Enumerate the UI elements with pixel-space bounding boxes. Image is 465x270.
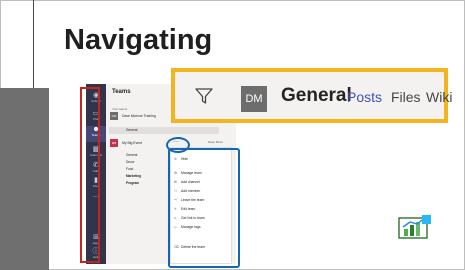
teams-pane-title: Teams	[112, 89, 131, 95]
channel-general[interactable]: General	[126, 153, 137, 157]
team-name: My Big Event	[122, 141, 142, 145]
channel-food[interactable]: Food	[126, 167, 133, 171]
team-my-big-event[interactable]: MB My Big Event	[110, 139, 170, 149]
filter-icon[interactable]	[194, 86, 214, 106]
channel-program[interactable]: Program	[126, 181, 139, 185]
slide-title: Navigating	[64, 24, 213, 56]
channel-decor[interactable]: Decor	[126, 160, 135, 164]
team-avatar: DM	[110, 112, 118, 120]
channel-marketing[interactable]: Marketing	[126, 174, 141, 178]
tab-wiki[interactable]: Wiki	[426, 89, 452, 105]
team-avatar: DM	[241, 86, 267, 112]
channel-general[interactable]: General	[126, 128, 137, 132]
presentation-chart-icon	[398, 215, 431, 239]
team-avatar: MB	[110, 139, 118, 147]
channel-header-zoom: DM General Posts Files Wiki	[171, 68, 452, 123]
your-teams-label: Your teams	[112, 107, 128, 111]
tab-files[interactable]: Files	[391, 89, 421, 105]
tab-posts[interactable]: Posts	[347, 89, 382, 105]
team-name: Dave Mcevoe Training	[122, 114, 156, 118]
channel-name: General	[281, 85, 352, 106]
slide-side-tab	[0, 88, 49, 270]
channel-header-snippet: Dave Mcev	[208, 140, 224, 144]
callout-box-blue	[168, 148, 240, 268]
callout-box-red	[80, 87, 100, 263]
